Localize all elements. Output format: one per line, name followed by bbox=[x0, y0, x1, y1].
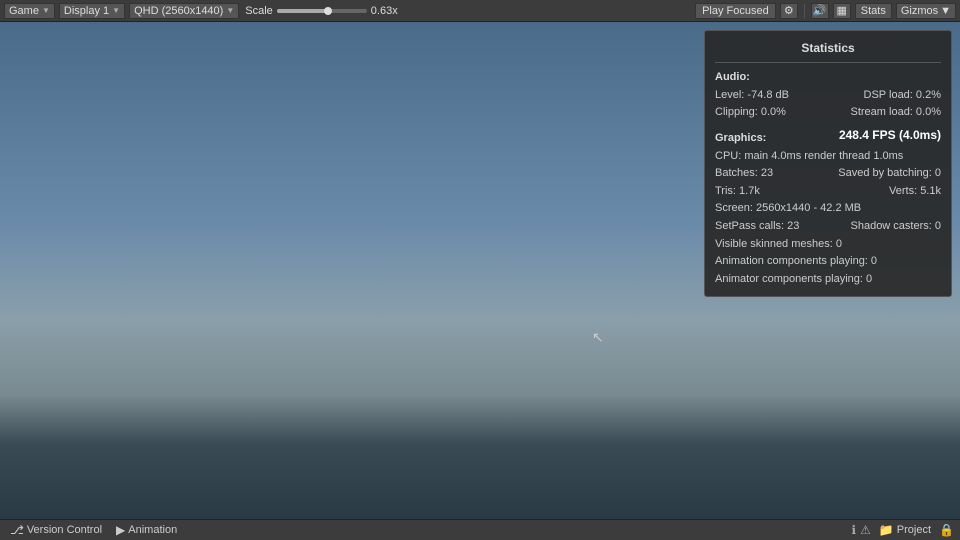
animator-components-value: Animator components playing: 0 bbox=[715, 273, 872, 285]
settings-icon: ⚙ bbox=[784, 4, 794, 17]
clipping-value: Clipping: 0.0% bbox=[715, 104, 851, 122]
bottom-bar: ⎇ Version Control ▶ Animation ℹ ⚠ 📁 Proj… bbox=[0, 519, 960, 540]
scale-slider-thumb bbox=[324, 7, 332, 15]
gizmos-button[interactable]: Gizmos ▼ bbox=[896, 3, 956, 19]
layers-icon-btn[interactable]: ▦ bbox=[833, 3, 851, 19]
project-tab[interactable]: 📁 Project bbox=[875, 523, 935, 537]
audio-row-1: Level: -74.8 dB DSP load: 0.2% bbox=[715, 87, 941, 105]
display-arrow: ▼ bbox=[112, 6, 120, 15]
batches-value: Batches: 23 bbox=[715, 165, 838, 183]
folder-icon: 📁 bbox=[879, 523, 894, 537]
audio-row-2: Clipping: 0.0% Stream load: 0.0% bbox=[715, 104, 941, 122]
scale-slider-fill bbox=[277, 9, 327, 13]
play-focused-button[interactable]: Play Focused bbox=[695, 3, 776, 19]
audio-icon: 🔊 bbox=[813, 4, 827, 17]
settings-icon-btn[interactable]: ⚙ bbox=[780, 3, 798, 19]
play-focused-label: Play Focused bbox=[702, 5, 769, 17]
game-dropdown[interactable]: Game ▼ bbox=[4, 3, 55, 19]
animation-components-value: Animation components playing: 0 bbox=[715, 255, 877, 267]
graphics-fps-row: Graphics: 248.4 FPS (4.0ms) bbox=[715, 126, 941, 148]
stream-load-value: Stream load: 0.0% bbox=[851, 104, 942, 122]
shadow-casters-value: Shadow casters: 0 bbox=[851, 218, 942, 236]
animation-tab[interactable]: ▶ Animation bbox=[112, 520, 181, 540]
audio-icon-btn[interactable]: 🔊 bbox=[811, 3, 829, 19]
setpass-value: SetPass calls: 23 bbox=[715, 218, 851, 236]
game-label: Game bbox=[9, 5, 39, 17]
scale-value: 0.63x bbox=[371, 5, 398, 17]
resolution-label: QHD (2560x1440) bbox=[134, 5, 223, 17]
layers-icon: ▦ bbox=[837, 4, 847, 17]
scale-label: Scale bbox=[245, 5, 273, 17]
level-value: Level: -74.8 dB bbox=[715, 87, 864, 105]
bottom-right: ℹ ⚠ 📁 Project 🔒 bbox=[852, 523, 954, 537]
game-dropdown-arrow: ▼ bbox=[42, 6, 50, 15]
lock-icon[interactable]: 🔒 bbox=[939, 523, 954, 537]
display-label: Display 1 bbox=[64, 5, 109, 17]
statistics-panel: Statistics Audio: Level: -74.8 dB DSP lo… bbox=[704, 30, 952, 297]
visible-skinned-row: Visible skinned meshes: 0 bbox=[715, 236, 941, 254]
toolbar: Game ▼ Display 1 ▼ QHD (2560x1440) ▼ Sca… bbox=[0, 0, 960, 22]
screen-row: Screen: 2560x1440 - 42.2 MB bbox=[715, 200, 941, 218]
cpu-value: CPU: main 4.0ms render thread 1.0ms bbox=[715, 150, 903, 162]
audio-section-label: Audio: bbox=[715, 69, 941, 87]
game-view: Statistics Audio: Level: -74.8 dB DSP lo… bbox=[0, 22, 960, 519]
screen-value: Screen: 2560x1440 - 42.2 MB bbox=[715, 202, 861, 214]
tris-verts-row: Tris: 1.7k Verts: 5.1k bbox=[715, 183, 941, 201]
fps-value: 248.4 FPS (4.0ms) bbox=[839, 126, 941, 148]
graphics-section-label: Graphics: bbox=[715, 130, 766, 148]
animator-components-row: Animator components playing: 0 bbox=[715, 271, 941, 289]
tris-value: Tris: 1.7k bbox=[715, 183, 889, 201]
setpass-row: SetPass calls: 23 Shadow casters: 0 bbox=[715, 218, 941, 236]
toolbar-separator bbox=[804, 4, 805, 18]
saved-batching-value: Saved by batching: 0 bbox=[838, 165, 941, 183]
gizmos-label: Gizmos bbox=[901, 5, 938, 17]
project-label: Project bbox=[897, 524, 931, 536]
version-control-icon: ⎇ bbox=[10, 523, 24, 537]
scale-slider-container: 0.63x bbox=[277, 5, 398, 17]
resolution-arrow: ▼ bbox=[226, 6, 234, 15]
info-icon[interactable]: ℹ bbox=[852, 523, 857, 537]
animation-icon: ▶ bbox=[116, 523, 125, 537]
dsp-load-value: DSP load: 0.2% bbox=[864, 87, 941, 105]
display-dropdown[interactable]: Display 1 ▼ bbox=[59, 3, 125, 19]
animation-label: Animation bbox=[128, 524, 177, 536]
cpu-row: CPU: main 4.0ms render thread 1.0ms bbox=[715, 148, 941, 166]
stats-label: Stats bbox=[861, 5, 886, 17]
batches-row: Batches: 23 Saved by batching: 0 bbox=[715, 165, 941, 183]
resolution-dropdown[interactable]: QHD (2560x1440) ▼ bbox=[129, 3, 239, 19]
gizmos-arrow: ▼ bbox=[940, 5, 951, 17]
version-control-label: Version Control bbox=[27, 524, 102, 536]
scale-slider[interactable] bbox=[277, 9, 367, 13]
visible-skinned-value: Visible skinned meshes: 0 bbox=[715, 238, 842, 250]
verts-value: Verts: 5.1k bbox=[889, 183, 941, 201]
stats-button[interactable]: Stats bbox=[855, 3, 892, 19]
warning-icon[interactable]: ⚠ bbox=[860, 523, 871, 537]
stats-title: Statistics bbox=[715, 39, 941, 63]
version-control-tab[interactable]: ⎇ Version Control bbox=[6, 520, 106, 540]
animation-components-row: Animation components playing: 0 bbox=[715, 253, 941, 271]
